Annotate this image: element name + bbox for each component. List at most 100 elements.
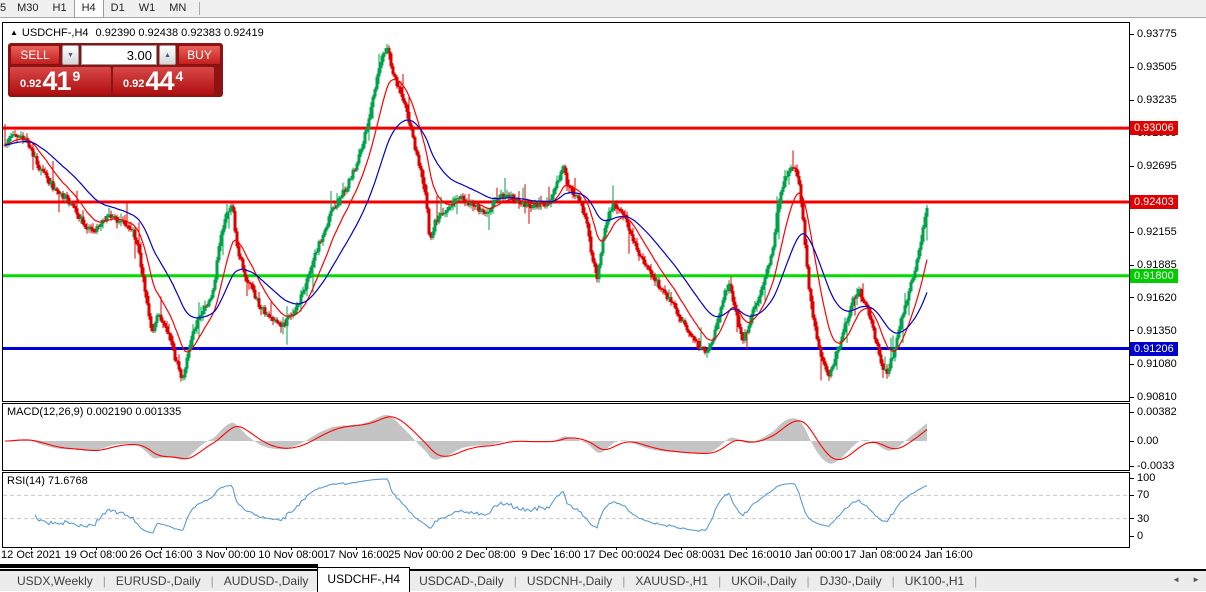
buy-price-point: 4	[175, 68, 183, 84]
timeframe-toolbar: 5M30H1H4D1W1MN	[0, 0, 1206, 18]
date-axis-tick	[226, 547, 227, 550]
date-axis-label: 17 Dec 00:00	[583, 549, 648, 561]
sell-price-prefix: 0.92	[20, 78, 41, 90]
tab-usdx-weekly[interactable]: USDX,Weekly	[8, 571, 102, 591]
price-line-badge: 0.91800	[1130, 269, 1178, 283]
date-axis-tick	[421, 547, 422, 550]
tab-scroll-left-icon[interactable]: ◄	[1172, 575, 1180, 584]
price-axis-label: 0.93505	[1130, 60, 1177, 74]
chart-ohlc-values: 0.92390 0.92438 0.92383 0.92419	[96, 27, 264, 39]
date-axis-tick	[616, 547, 617, 550]
tab-scroll-arrows: ◄►	[1160, 575, 1200, 584]
one-click-trading-panel: SELL ▼ ▲ BUY 0.92 41 9 0.92 44 4	[8, 43, 223, 97]
chart-symbol-timeframe: USDCHF-,H4	[22, 27, 89, 39]
tab-uk100-h1[interactable]: UK100-,H1	[896, 571, 973, 591]
date-axis-label: 19 Oct 08:00	[65, 549, 128, 561]
volume-increase-button[interactable]: ▲	[159, 45, 176, 65]
price-line-badge: 0.93006	[1130, 121, 1178, 135]
tab-usdcnh-daily[interactable]: USDCNH-,Daily	[518, 571, 621, 591]
buy-price-prefix: 0.92	[123, 78, 144, 90]
price-axis-label: 0.90810	[1130, 390, 1177, 404]
macd-axis-label: 0.00	[1130, 434, 1158, 448]
volume-input[interactable]	[81, 45, 157, 65]
tab-separator: |	[973, 574, 978, 588]
rsi-label: RSI(14) 71.6768	[7, 475, 88, 487]
timeframe-button-d1[interactable]: D1	[104, 0, 132, 17]
collapse-arrow-icon[interactable]: ▲	[10, 28, 18, 37]
timeframe-button-w1[interactable]: W1	[132, 0, 163, 17]
date-axis-tick	[291, 547, 292, 550]
date-axis-label: 24 Dec 08:00	[648, 549, 713, 561]
tab-xauusd-h1[interactable]: XAUUSD-,H1	[626, 571, 717, 591]
rsi-pane[interactable]: RSI(14) 71.6768	[2, 472, 1130, 548]
price-axis-label: 0.92155	[1130, 225, 1177, 239]
price-axis-label: 0.92695	[1130, 159, 1177, 173]
rsi-axis-label: 0	[1130, 529, 1143, 543]
date-axis-label: 24 Jan 16:00	[909, 549, 973, 561]
rsi-axis-label: 100	[1130, 471, 1155, 485]
date-axis-tick	[876, 547, 877, 550]
chart-tab-bar: USDX,Weekly|EURUSD-,Daily|AUDUSD-,DailyU…	[0, 569, 1206, 591]
tab-usdcad-daily[interactable]: USDCAD-,Daily	[410, 571, 513, 591]
price-line-badge: 0.92403	[1130, 195, 1178, 209]
date-axis-tick	[681, 547, 682, 550]
macd-label: MACD(12,26,9) 0.002190 0.001335	[7, 406, 181, 418]
date-axis-tick	[31, 547, 32, 550]
rsi-axis-label: 70	[1130, 488, 1149, 502]
date-axis-tick	[96, 547, 97, 550]
date-axis-tick	[551, 547, 552, 550]
date-axis-label: 26 Oct 16:00	[130, 549, 193, 561]
date-axis-label: 12 Oct 2021	[1, 549, 61, 561]
date-axis-label: 17 Jan 08:00	[844, 549, 908, 561]
triangle-down-icon: ▼	[67, 52, 74, 59]
mt4-trading-terminal: { "toolbar": { "timeframes": [ {"label":…	[0, 0, 1206, 591]
chart-title: ▲ USDCHF-,H4 0.92390 0.92438 0.92383 0.924…	[10, 27, 264, 39]
tab-scroll-right-icon[interactable]: ►	[1192, 575, 1200, 584]
buy-price-pips: 44	[145, 69, 173, 94]
timeframe-button-mn[interactable]: MN	[162, 0, 193, 17]
tab-ukoil-daily[interactable]: UKOil-,Daily	[722, 571, 805, 591]
date-axis-tick	[941, 547, 942, 550]
date-axis-label: 10 Nov 08:00	[258, 549, 323, 561]
sell-price-display[interactable]: 0.92 41 9	[10, 67, 111, 95]
date-axis-label: 25 Nov 00:00	[388, 549, 453, 561]
timeframe-button-h4[interactable]: H4	[74, 0, 104, 17]
rsi-chart[interactable]	[3, 473, 1129, 547]
timeframe-button-5[interactable]: 5	[0, 0, 10, 17]
date-axis-tick	[746, 547, 747, 550]
price-axis-label: 0.91080	[1130, 357, 1177, 371]
price-axis-label: 0.93235	[1130, 93, 1177, 107]
triangle-up-icon: ▲	[164, 52, 171, 59]
tab-dj30-daily[interactable]: DJ30-,Daily	[811, 571, 891, 591]
tab-usdchf-h4[interactable]: USDCHF-,H4	[317, 567, 410, 592]
price-line-badge: 0.91206	[1130, 342, 1178, 356]
price-axis-label: 0.91350	[1130, 324, 1177, 338]
tab-eurusd-daily[interactable]: EURUSD-,Daily	[107, 571, 210, 591]
date-axis-label: 10 Jan 00:00	[779, 549, 843, 561]
date-axis-tick	[356, 547, 357, 550]
date-axis-tick	[161, 547, 162, 550]
date-axis-tick	[811, 547, 812, 550]
horizontal-scrollbar-thumb[interactable]	[0, 564, 318, 568]
sell-price-pips: 41	[42, 69, 70, 94]
toolbar-separator	[199, 2, 200, 15]
price-axis-label: 0.91620	[1130, 291, 1177, 305]
timeframe-button-h1[interactable]: H1	[46, 0, 74, 17]
date-axis-label: 31 Dec 16:00	[713, 549, 778, 561]
date-axis-label: 9 Dec 16:00	[521, 549, 580, 561]
buy-button[interactable]: BUY	[178, 45, 221, 65]
tab-audusd-daily[interactable]: AUDUSD-,Daily	[215, 571, 318, 591]
macd-pane[interactable]: MACD(12,26,9) 0.002190 0.001335	[2, 403, 1130, 471]
buy-price-display[interactable]: 0.92 44 4	[113, 67, 214, 95]
sell-button[interactable]: SELL	[10, 45, 60, 65]
date-axis-tick	[486, 547, 487, 550]
volume-decrease-button[interactable]: ▼	[62, 45, 79, 65]
sell-price-point: 9	[72, 68, 80, 84]
date-axis-label: 3 Nov 00:00	[196, 549, 255, 561]
date-axis-label: 2 Dec 08:00	[456, 549, 515, 561]
price-axis-label: 0.93775	[1130, 27, 1177, 41]
date-axis-label: 17 Nov 16:00	[323, 549, 388, 561]
macd-axis-label: 0.00382	[1130, 405, 1177, 419]
timeframe-button-m30[interactable]: M30	[10, 0, 45, 17]
rsi-axis-label: 30	[1130, 512, 1149, 526]
